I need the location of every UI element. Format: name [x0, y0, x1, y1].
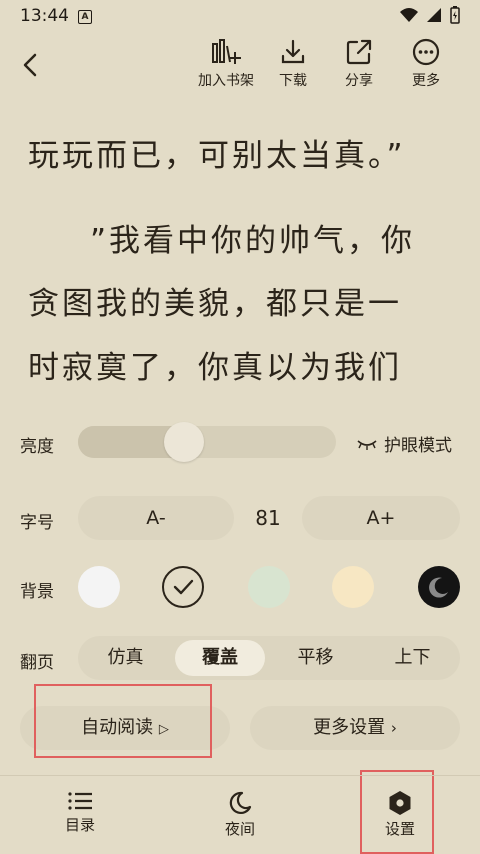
text-line: 时寂寞了，你真以为我们 — [28, 350, 402, 386]
font-increase-button[interactable]: A+ — [302, 496, 460, 540]
nav-settings-label: 设置 — [384, 820, 415, 838]
bg-swatch-green[interactable] — [248, 566, 290, 608]
page-turn-label: 翻页 — [20, 653, 54, 673]
font-decrease-button[interactable]: A- — [78, 496, 234, 540]
nav-settings[interactable]: 设置 — [350, 776, 450, 854]
chevron-right-icon: › — [390, 719, 397, 737]
text-line: 玩玩而已，可别太当真。” — [28, 138, 406, 174]
battery-icon — [450, 6, 460, 24]
moon-outline-icon — [229, 791, 252, 814]
eye-closed-icon — [357, 439, 377, 450]
brightness-label: 亮度 — [20, 437, 54, 457]
page-turn-scroll[interactable]: 上下 — [365, 636, 460, 680]
background-label: 背景 — [20, 582, 54, 602]
status-icons — [400, 6, 460, 24]
bg-swatch-dark[interactable] — [418, 566, 460, 608]
bg-swatch-white[interactable] — [78, 566, 120, 608]
nav-night[interactable]: 夜间 — [190, 776, 290, 854]
check-icon — [173, 579, 194, 595]
text-line: ”我看中你的帅气，你 — [90, 223, 416, 259]
page-turn-slide[interactable]: 平移 — [268, 636, 363, 680]
bg-swatch-yellow[interactable] — [332, 566, 374, 608]
page-turn-selector: 仿真 覆盖 平移 上下 — [78, 636, 460, 680]
status-time: 13:44 — [20, 6, 69, 26]
brightness-knob[interactable] — [163, 422, 204, 462]
eye-mode-label: 护眼模式 — [384, 436, 452, 456]
status-bar: 13:44 A — [0, 0, 480, 32]
nav-toc-label: 目录 — [64, 816, 95, 834]
nav-toc[interactable]: 目录 — [30, 776, 130, 854]
reading-content: 玩玩而已，可别太当真。” ”我看中你的帅气，你 贪图我的美貌，都只是一 时寂寞了… — [0, 60, 480, 390]
list-icon — [68, 792, 92, 810]
eye-mode-toggle[interactable]: 护眼模式 — [356, 431, 452, 456]
moon-icon — [429, 577, 448, 598]
signal-icon — [427, 8, 441, 22]
settings-hexagon-icon — [389, 791, 411, 815]
more-settings-label: 更多设置 — [313, 717, 386, 738]
wifi-icon — [400, 8, 418, 22]
notification-a-icon: A — [78, 10, 92, 24]
more-settings-button[interactable]: 更多设置 › — [250, 706, 460, 750]
page-turn-simulate[interactable]: 仿真 — [78, 636, 173, 680]
page-turn-cover[interactable]: 覆盖 — [175, 640, 265, 676]
font-size-value: 81 — [255, 506, 281, 530]
highlight-box-auto-read — [34, 684, 212, 758]
bottom-nav: 目录 夜间 设置 — [0, 775, 480, 854]
bg-swatch-parchment-selected[interactable] — [162, 566, 204, 608]
text-line: 贪图我的美貌，都只是一 — [28, 286, 402, 322]
nav-night-label: 夜间 — [224, 820, 255, 838]
brightness-slider[interactable] — [78, 426, 336, 458]
font-size-label: 字号 — [20, 513, 54, 533]
